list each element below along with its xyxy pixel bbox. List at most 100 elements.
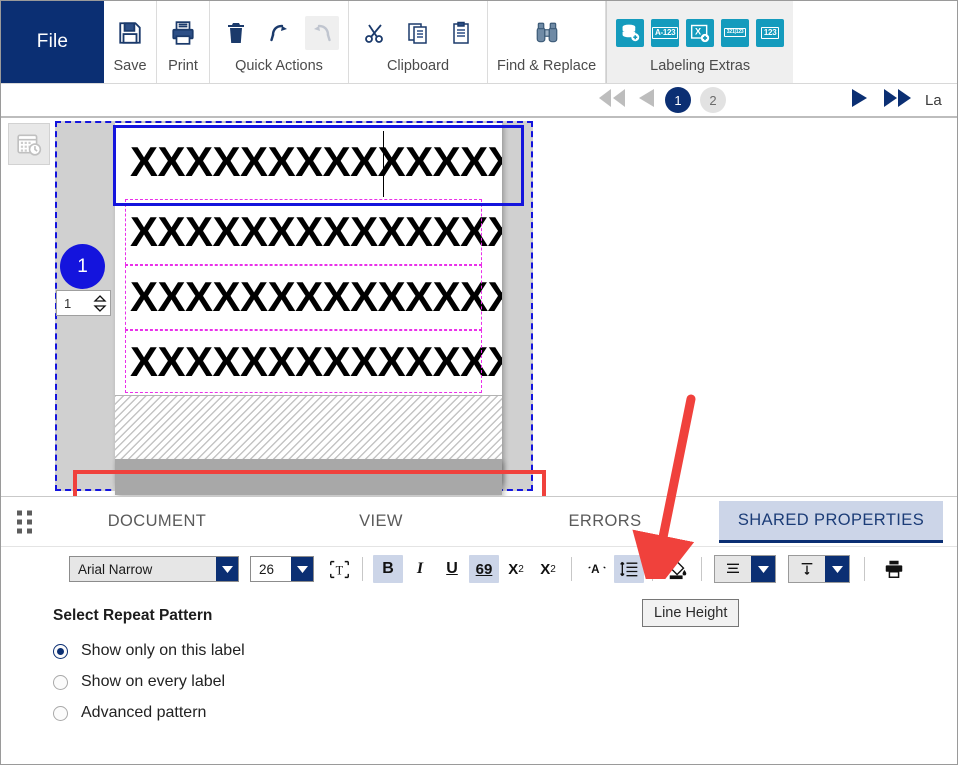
previous-page-button[interactable] (636, 87, 656, 114)
line-height-icon[interactable] (614, 555, 644, 583)
label-text-line-1-value: XXXXXXXXXXXXXXXXX (130, 138, 502, 185)
label-text-line-3-value: XXXXXXXXXXXXXXXXX (130, 273, 502, 320)
page-button-1[interactable]: 1 (665, 87, 691, 113)
radio-advanced-pattern-text: Advanced pattern (81, 704, 207, 721)
text-cursor (383, 131, 384, 197)
grey-footer-bar[interactable] (115, 459, 502, 495)
last-page-button[interactable] (882, 87, 914, 114)
object-order-spinner-value: 1 (64, 295, 72, 311)
trash-icon[interactable] (219, 16, 253, 50)
copy-icon[interactable] (401, 16, 435, 50)
next-page-button[interactable] (849, 87, 871, 114)
superscript-button[interactable]: X2 (533, 555, 563, 583)
text-align-icon[interactable] (715, 556, 751, 582)
subscript-label: X (508, 560, 519, 578)
redo-icon (305, 15, 339, 50)
print-icon[interactable] (879, 555, 909, 583)
tab-document-label: DOCUMENT (107, 512, 207, 530)
strikethrough-button[interactable]: 69 (469, 555, 499, 583)
radio-show-every-label-input[interactable] (53, 674, 68, 690)
page-button-2[interactable]: 2 (700, 87, 726, 113)
line-height-tooltip: Line Height (642, 599, 740, 627)
vertical-align-chevron-down-icon[interactable] (825, 556, 849, 582)
vertical-align-icon[interactable] (789, 556, 825, 582)
font-family-select[interactable]: Arial Narrow (69, 556, 239, 582)
number-counter-text: 123 (760, 26, 780, 39)
italic-label: I (416, 560, 424, 577)
bold-label: B (382, 560, 394, 577)
underline-button[interactable]: U (437, 555, 467, 583)
ribbon-group-find-replace: Find & Replace (488, 1, 607, 83)
font-size-select[interactable]: 26 (250, 556, 314, 582)
font-size-chevron-down-icon[interactable] (291, 557, 313, 581)
vertical-align-split-button[interactable] (788, 555, 850, 583)
toolbar-separator-1 (362, 557, 363, 581)
repeat-pattern-title: Select Repeat Pattern (53, 607, 213, 624)
italic-button[interactable]: I (405, 555, 435, 583)
spinner-arrows[interactable] (90, 291, 110, 315)
file-menu-button[interactable]: File (1, 1, 104, 83)
tab-shared-properties[interactable]: SHARED PROPERTIES (719, 501, 943, 543)
ribbon-group-label-quick-actions: Quick Actions (235, 58, 323, 74)
object-order-spinner[interactable]: 1 (56, 290, 111, 316)
tab-document[interactable]: DOCUMENT (93, 497, 221, 546)
page-button-2-label: 2 (709, 92, 717, 108)
label-text-line-1[interactable]: XXXXXXXXXXXXXXXXX (115, 131, 502, 193)
svg-text:A: A (591, 563, 600, 576)
label-editor-window: File Save Print Quick Actions Clipboard … (0, 0, 958, 765)
number-counter-icon[interactable]: 123 (756, 18, 785, 47)
label-text-line-4[interactable]: XXXXXXXXXXXXXXXXX (115, 331, 502, 393)
date-time-icon[interactable] (8, 123, 50, 165)
format-toolbar: Arial Narrow 26 T B I U 69 X 2 X 2 A (1, 547, 957, 591)
tab-errors[interactable]: ERRORS (555, 497, 655, 546)
object-add-icon[interactable]: X (686, 18, 715, 47)
radio-show-every-label[interactable]: Show on every label (53, 673, 957, 691)
object-order-badge-label: 1 (77, 255, 88, 277)
tab-view[interactable]: VIEW (331, 497, 431, 546)
binoculars-icon[interactable] (530, 16, 564, 50)
label-stage[interactable]: XXXXXXXXXXXXX XXXX XXXXXXXXX XXXXXXXX XXXX… (55, 121, 533, 495)
database-add-icon[interactable] (616, 18, 645, 47)
printer-icon[interactable] (166, 16, 200, 50)
radio-advanced-pattern-input[interactable] (53, 705, 68, 721)
ribbon-group-label-save: Save (113, 58, 147, 74)
radio-show-only-this-label[interactable]: Show only on this label (53, 642, 957, 660)
strikethrough-label: 69 (475, 560, 493, 578)
text-align-split-button[interactable] (714, 555, 776, 583)
bold-button[interactable]: B (373, 555, 403, 583)
scissors-icon[interactable] (358, 16, 392, 50)
svg-text:X: X (695, 26, 702, 36)
radio-advanced-pattern[interactable]: Advanced pattern (53, 704, 957, 722)
mixed-text-icon[interactable]: 321|123 (721, 18, 750, 47)
text-align-chevron-down-icon[interactable] (751, 556, 775, 582)
ribbon-group-print: Print (157, 1, 210, 83)
font-color-icon[interactable]: A (582, 555, 612, 583)
toolbar-separator-4 (701, 557, 702, 581)
fill-color-icon[interactable] (663, 555, 693, 583)
ribbon-group-label-clipboard: Clipboard (386, 58, 450, 74)
fit-text-icon[interactable]: T (324, 555, 354, 583)
alphanumeric-counter-icon[interactable]: A-123 (651, 18, 680, 47)
ribbon-group-label-print: Print (168, 58, 198, 74)
mixed-text-label: 321|123 (723, 28, 747, 37)
label-text-line-2[interactable]: XXXXXXXXXXXXXXXXX (115, 201, 502, 263)
label-text-line-4-value: XXXXXXXXXXXXXXXXX (130, 338, 502, 385)
paste-icon[interactable] (444, 16, 478, 50)
undo-icon[interactable] (262, 16, 296, 50)
chevron-up-icon (93, 294, 107, 302)
floppy-disk-icon[interactable] (113, 16, 147, 50)
object-order-badge[interactable]: 1 (60, 244, 105, 289)
hatched-region[interactable] (115, 395, 502, 459)
label-text-line-3[interactable]: XXXXXXXXXXXXXXXXX (115, 266, 502, 328)
page-button-1-label: 1 (674, 92, 682, 108)
radio-show-only-this-label-input[interactable] (53, 643, 68, 659)
tab-shared-properties-label: SHARED PROPERTIES (737, 511, 925, 529)
label-canvas[interactable]: XXXXXXXXXXXXX XXXX XXXXXXXXX XXXXXXXX XXXX… (1, 118, 957, 497)
font-family-chevron-down-icon[interactable] (216, 557, 238, 581)
first-page-button[interactable] (597, 87, 627, 114)
svg-text:T: T (335, 563, 343, 577)
subscript-button[interactable]: X2 (501, 555, 531, 583)
panel-tab-bar: DOCUMENT VIEW ERRORS SHARED PROPERTIES (1, 497, 957, 547)
subscript-index: 2 (518, 563, 524, 575)
panel-drag-handle[interactable] (17, 510, 32, 533)
